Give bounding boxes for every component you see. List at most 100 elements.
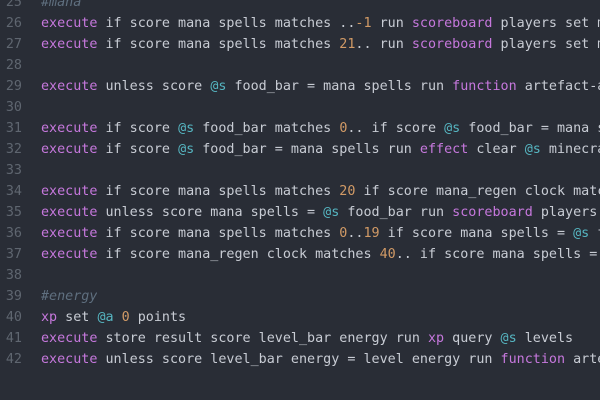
- line-number: 39: [5, 289, 22, 304]
- keyword-token: execute: [41, 226, 98, 241]
- keyword-token: execute: [41, 331, 98, 346]
- code-line[interactable]: 40 xp set @a 0 points: [0, 307, 600, 328]
- line-code[interactable]: execute store result score level_bar ene…: [22, 328, 573, 349]
- selector-token: @s: [524, 142, 541, 157]
- text-token: minecraft:: [548, 142, 600, 157]
- line-code[interactable]: execute unless score level_bar energy = …: [22, 349, 600, 370]
- text-token: artefact-api:: [524, 79, 600, 94]
- selector-token: @s: [573, 226, 590, 241]
- code-line[interactable]: 28: [0, 55, 600, 76]
- text-token: store result score level_bar energy run: [97, 331, 428, 346]
- keyword-token: function: [452, 79, 517, 94]
- text-token: points: [129, 310, 187, 325]
- keyword-token: scoreboard: [411, 37, 493, 52]
- line-code[interactable]: execute if score mana spells matches 20 …: [22, 181, 600, 202]
- number-token: 20: [339, 184, 356, 199]
- line-code[interactable]: [22, 265, 49, 286]
- line-number: 35: [5, 205, 22, 220]
- line-number: 36: [5, 226, 22, 241]
- text-token: if score: [97, 121, 179, 136]
- code-line[interactable]: 31 execute if score @s food_bar matches 0…: [0, 118, 600, 139]
- selector-token: @s: [178, 121, 195, 136]
- number-token: 21: [339, 37, 356, 52]
- keyword-token: function: [500, 352, 566, 367]
- text-token: set: [57, 310, 98, 325]
- code-line[interactable]: 41 execute store result score level_bar e…: [0, 328, 600, 349]
- line-code[interactable]: [22, 160, 49, 181]
- code-line[interactable]: 30: [0, 97, 600, 118]
- text-token: levels: [516, 331, 574, 346]
- code-line[interactable]: 36 execute if score mana spells matches 0…: [0, 223, 600, 244]
- line-code[interactable]: execute if score @s food_bar matches 0..…: [22, 118, 600, 139]
- text-token: if score mana spells matches: [97, 184, 340, 199]
- line-number: 26: [5, 16, 22, 31]
- line-number: 41: [5, 331, 22, 346]
- text-token: .. run: [355, 37, 412, 52]
- code-line[interactable]: 27 execute if score mana spells matches 2…: [0, 34, 600, 55]
- keyword-token: execute: [41, 79, 98, 94]
- line-number: 29: [5, 79, 22, 94]
- code-line[interactable]: 39 #energy: [0, 286, 600, 307]
- text-token: players set mana: [500, 16, 600, 31]
- code-editor[interactable]: 25 #mana 26 execute if score mana spells ma…: [0, 0, 600, 400]
- text-token: if score mana spells matches: [97, 226, 340, 241]
- code-line[interactable]: 26 execute if score mana spells matches .…: [0, 13, 600, 34]
- text-token: food_bar run: [339, 205, 453, 220]
- line-code[interactable]: execute unless score @s food_bar = mana …: [22, 76, 600, 97]
- line-code[interactable]: execute if score @s food_bar = mana spel…: [22, 139, 600, 160]
- line-code[interactable]: execute unless score mana spells = @s fo…: [22, 202, 600, 223]
- line-code[interactable]: execute if score mana_regen clock matche…: [22, 244, 600, 265]
- code-line[interactable]: 38: [0, 265, 600, 286]
- text-token: artefac: [573, 352, 600, 367]
- line-code[interactable]: xp set @a 0 points: [22, 307, 186, 328]
- text-token: query: [444, 331, 501, 346]
- number-token: 40: [379, 247, 396, 262]
- line-code[interactable]: [22, 55, 49, 76]
- text-token: if score mana spells matches: [97, 37, 340, 52]
- text-token: food: [589, 226, 600, 241]
- line-number: 32: [5, 142, 22, 157]
- text-token: food_bar = mana spel: [468, 121, 600, 136]
- text-token: players set mana: [500, 37, 600, 52]
- number-token: 0: [121, 310, 130, 325]
- text-token: if score mana spells matches ..: [97, 16, 356, 31]
- keyword-token: scoreboard: [411, 16, 493, 31]
- number-token: 19: [363, 226, 380, 241]
- line-code[interactable]: execute if score mana spells matches 0..…: [22, 223, 600, 244]
- line-code[interactable]: #energy: [22, 286, 97, 307]
- code-lines[interactable]: 25 #mana 26 execute if score mana spells ma…: [0, 0, 600, 370]
- keyword-token: xp: [427, 331, 445, 346]
- line-number: 30: [5, 100, 22, 115]
- text-token: .. if score: [347, 121, 445, 136]
- code-line[interactable]: 33: [0, 160, 600, 181]
- line-code[interactable]: execute if score mana spells matches 21.…: [22, 34, 600, 55]
- keyword-token: execute: [41, 16, 98, 31]
- code-line[interactable]: 25 #mana: [0, 0, 600, 13]
- text-token: unless score mana spells =: [97, 205, 324, 220]
- code-line[interactable]: 42 execute unless score level_bar energy …: [0, 349, 600, 370]
- code-line[interactable]: 29 execute unless score @s food_bar = man…: [0, 76, 600, 97]
- line-number: 34: [5, 184, 22, 199]
- keyword-token: scoreboard: [452, 205, 533, 220]
- line-number: 38: [5, 268, 22, 283]
- text-token: food_bar matches: [194, 121, 340, 136]
- selector-token: @s: [444, 121, 461, 136]
- keyword-token: xp: [41, 310, 58, 325]
- line-code[interactable]: execute if score mana spells matches ..-…: [22, 13, 600, 34]
- line-number: 27: [5, 37, 22, 52]
- selector-token: @s: [210, 79, 227, 94]
- code-line[interactable]: 32 execute if score @s food_bar = mana sp…: [0, 139, 600, 160]
- line-code[interactable]: [22, 97, 49, 118]
- line-number: 28: [5, 58, 22, 73]
- line-code[interactable]: #mana: [22, 0, 81, 13]
- line-number: 33: [5, 163, 22, 178]
- code-line[interactable]: 35 execute unless score mana spells = @s …: [0, 202, 600, 223]
- code-line[interactable]: 34 execute if score mana spells matches 2…: [0, 181, 600, 202]
- text-token: if score: [97, 142, 179, 157]
- text-token: .. if score mana spells =: [395, 247, 600, 262]
- line-number: 25: [5, 0, 22, 10]
- keyword-token: execute: [41, 352, 98, 367]
- line-number: 42: [5, 352, 22, 367]
- code-line[interactable]: 37 execute if score mana_regen clock matc…: [0, 244, 600, 265]
- text-token: run: [371, 16, 412, 31]
